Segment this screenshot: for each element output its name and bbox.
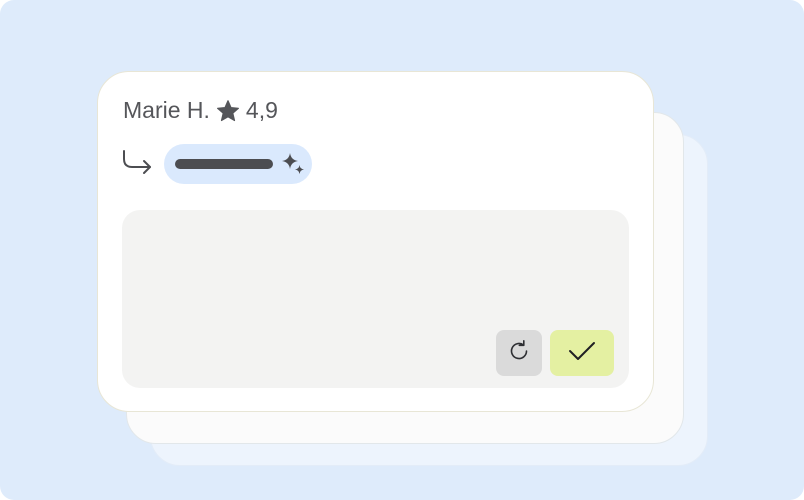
accept-button[interactable] xyxy=(550,330,614,376)
reply-arrow-icon xyxy=(122,149,154,179)
reviewer-name: Marie H. xyxy=(123,97,210,123)
reply-textarea[interactable] xyxy=(122,210,629,388)
review-header: Marie H. 4,9 xyxy=(123,97,278,124)
checkmark-icon xyxy=(567,339,597,368)
refresh-icon xyxy=(507,339,531,368)
regenerate-button[interactable] xyxy=(496,330,542,376)
sparkle-icon xyxy=(281,152,305,176)
ai-reply-chip[interactable] xyxy=(164,144,312,184)
canvas: Marie H. 4,9 xyxy=(0,0,804,500)
review-reply-card: Marie H. 4,9 xyxy=(97,71,654,412)
reply-placeholder-bar xyxy=(175,159,273,169)
star-icon xyxy=(216,99,240,123)
rating-value: 4,9 xyxy=(245,97,278,123)
reply-row xyxy=(122,144,312,184)
